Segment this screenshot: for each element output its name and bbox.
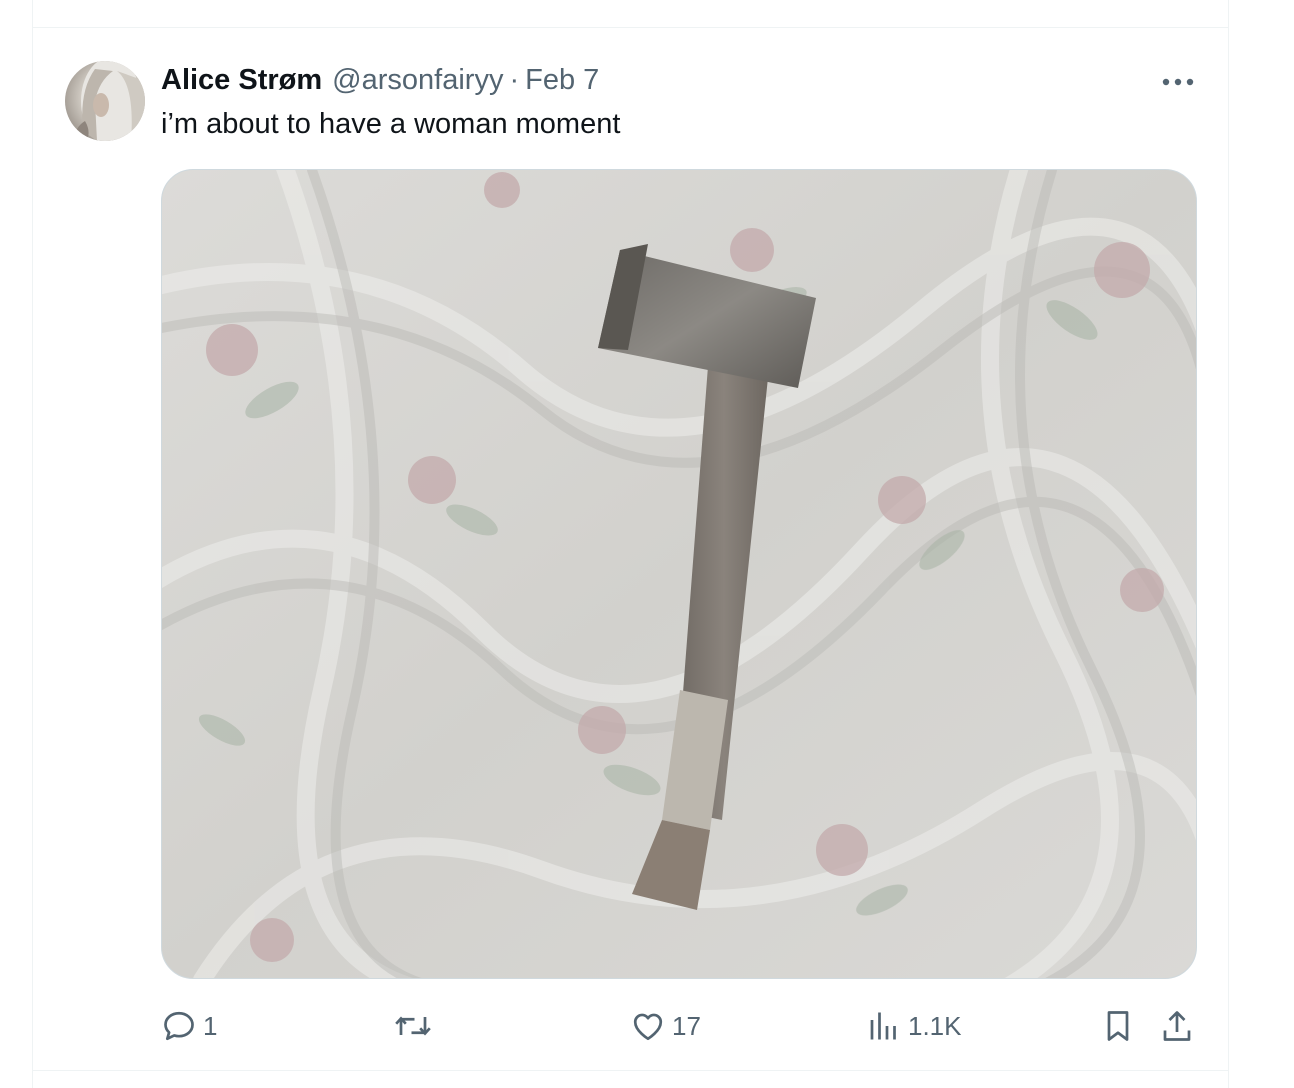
views-icon bbox=[870, 1012, 896, 1040]
bookmark-button[interactable] bbox=[1100, 1006, 1136, 1046]
share-button[interactable] bbox=[1159, 1006, 1195, 1046]
header-separator: · bbox=[509, 64, 520, 96]
more-button[interactable] bbox=[1158, 70, 1198, 94]
tweet-date[interactable]: Feb 7 bbox=[525, 64, 599, 97]
author-name[interactable]: Alice Strøm bbox=[161, 64, 322, 97]
tweet-actions: 1 17 1.1K bbox=[161, 1006, 1201, 1046]
tweet-media[interactable] bbox=[161, 169, 1197, 979]
heart-icon bbox=[633, 1013, 663, 1041]
media-image bbox=[162, 170, 1196, 978]
author-handle[interactable]: @arsonfairyy bbox=[332, 64, 503, 97]
more-horizontal-icon bbox=[1162, 78, 1194, 86]
tweet-header: Alice Strøm @arsonfairyy · Feb 7 bbox=[161, 64, 599, 100]
reply-count: 1 bbox=[203, 1010, 218, 1041]
share-icon bbox=[1163, 1011, 1191, 1041]
retweet-icon bbox=[395, 1016, 431, 1036]
timeline-divider-bottom bbox=[33, 1070, 1228, 1071]
reply-button[interactable]: 1 bbox=[161, 1006, 217, 1046]
views-count: 1.1K bbox=[908, 1010, 962, 1041]
reply-icon bbox=[164, 1011, 194, 1041]
bookmark-icon bbox=[1107, 1011, 1129, 1041]
like-button[interactable]: 17 bbox=[630, 1006, 701, 1046]
views-button[interactable]: 1.1K bbox=[866, 1006, 962, 1046]
retweet-button[interactable] bbox=[393, 1006, 433, 1046]
like-count: 17 bbox=[672, 1010, 701, 1041]
avatar[interactable] bbox=[65, 61, 145, 141]
avatar-photo bbox=[73, 61, 145, 141]
tweet-text: i’m about to have a woman moment bbox=[161, 108, 621, 140]
timeline-divider-top bbox=[33, 27, 1228, 28]
